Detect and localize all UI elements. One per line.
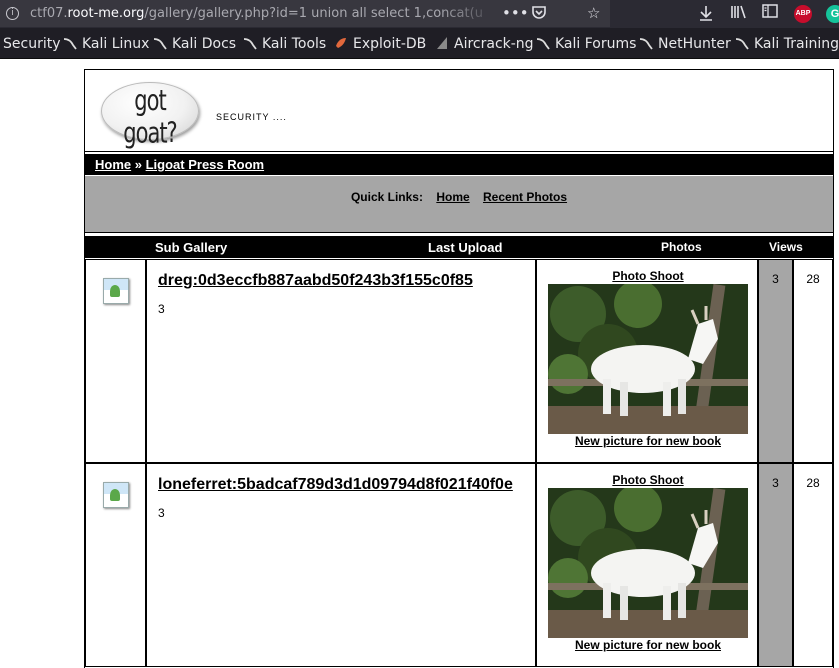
bookmark-nethunter[interactable]: NetHunter <box>639 36 731 52</box>
gallery-icon-cell <box>85 259 146 463</box>
download-icon[interactable] <box>698 4 714 26</box>
kali-dragon-icon <box>735 36 749 50</box>
kali-dragon-icon <box>153 36 167 50</box>
sub-gallery-count: 3 <box>158 506 165 520</box>
breadcrumb-separator: » <box>134 157 142 172</box>
photo-caption-link[interactable]: New picture for new book <box>537 434 759 448</box>
bookmark-label: Security <box>3 36 61 52</box>
last-upload-cell: Photo Shoot New picture for new book <box>536 259 758 463</box>
table-row: dreg:0d3eccfb887aabd50f243b3f155c0f85 3 … <box>85 259 833 463</box>
photos-count-cell: 3 <box>758 259 793 463</box>
sidebar-icon[interactable] <box>762 4 778 22</box>
bookmark-label: Kali Linux <box>82 36 150 52</box>
views-count: 28 <box>806 476 820 490</box>
quick-links-bar: Quick Links: Home Recent Photos <box>85 176 833 233</box>
breadcrumb-home-link[interactable]: Home <box>95 157 131 172</box>
bookmark-label: Kali Training <box>754 36 839 52</box>
aircrack-icon <box>435 36 449 50</box>
breadcrumb: Home » Ligoat Press Room <box>95 157 264 172</box>
breadcrumb-bar: Home » Ligoat Press Room <box>85 154 833 175</box>
bookmark-label: NetHunter <box>658 36 731 52</box>
got-goat-logo[interactable]: got goat? <box>101 82 199 149</box>
page-actions-icon[interactable]: ••• <box>502 4 529 22</box>
bookmark-label: Kali Tools <box>262 36 327 52</box>
browser-toolbar: i ctf07.root-me.org/gallery/gallery.php?… <box>0 0 839 28</box>
sub-gallery-link[interactable]: dreg:0d3eccfb887aabd50f243b3f155c0f85 <box>158 272 473 290</box>
bookmark-label: Kali Docs <box>172 36 237 52</box>
kali-dragon-icon <box>639 36 653 50</box>
table-header: Sub Gallery Last Upload Photos Views <box>85 236 833 258</box>
gallery-picture-icon[interactable] <box>103 278 129 304</box>
photos-count: 3 <box>772 476 779 490</box>
photo-title-link[interactable]: Photo Shoot <box>537 269 759 283</box>
gallery-name-cell: loneferret:5badcaf789d3d1d09794d8f021f40… <box>146 463 536 667</box>
photo-caption-link[interactable]: New picture for new book <box>537 638 759 652</box>
gallery-icon-cell <box>85 463 146 667</box>
kali-dragon-icon <box>243 36 257 50</box>
photos-count-cell: 3 <box>758 463 793 667</box>
bookmark-kali-docs[interactable]: Kali Docs <box>153 36 236 52</box>
kali-dragon-icon <box>536 36 550 50</box>
goat-photo[interactable] <box>548 284 748 434</box>
bookmark-label: Exploit-DB <box>353 36 427 52</box>
divider <box>85 151 833 152</box>
url-fade <box>440 2 500 24</box>
site-info-icon[interactable]: i <box>6 7 19 20</box>
views-count-cell: 28 <box>793 463 833 667</box>
views-count-cell: 28 <box>793 259 833 463</box>
quick-link-recent-photos[interactable]: Recent Photos <box>483 190 567 204</box>
sub-gallery-count: 3 <box>158 302 165 316</box>
breadcrumb-current-link[interactable]: Ligoat Press Room <box>146 157 264 172</box>
gallery-page: got goat? SECURITY .... Home » Ligoat Pr… <box>84 69 834 668</box>
adblock-plus-icon[interactable]: ABP <box>794 5 812 23</box>
exploit-db-icon <box>334 36 348 50</box>
pocket-icon[interactable] <box>531 4 547 24</box>
col-views: Views <box>769 240 803 254</box>
last-upload-cell: Photo Shoot New picture for new book <box>536 463 758 667</box>
logo-text: got goat? <box>123 84 177 150</box>
gallery-picture-icon[interactable] <box>103 482 129 508</box>
bookmark-label: Aircrack-ng <box>454 36 534 52</box>
sub-gallery-link[interactable]: loneferret:5badcaf789d3d1d09794d8f021f40… <box>158 476 513 494</box>
grammarly-icon[interactable]: G <box>826 5 839 23</box>
url-text[interactable]: ctf07.root-me.org/gallery/gallery.php?id… <box>30 6 495 21</box>
table-row: loneferret:5badcaf789d3d1d09794d8f021f40… <box>85 463 833 667</box>
bookmark-aircrack-ng[interactable]: Aircrack-ng <box>435 36 534 52</box>
gallery-name-cell: dreg:0d3eccfb887aabd50f243b3f155c0f85 3 <box>146 259 536 463</box>
col-photos: Photos <box>661 240 702 254</box>
views-count: 28 <box>806 272 820 286</box>
col-last-upload: Last Upload <box>428 240 503 255</box>
quick-links-label: Quick Links: <box>350 190 423 204</box>
library-icon[interactable] <box>730 4 748 24</box>
bookmark-star-icon[interactable]: ☆ <box>587 4 600 22</box>
goat-photo[interactable] <box>548 488 748 638</box>
photo-title-link[interactable]: Photo Shoot <box>537 473 759 487</box>
photos-count: 3 <box>772 272 779 286</box>
bookmark-kali-linux[interactable]: Kali Linux <box>63 36 149 52</box>
url-field[interactable]: i ctf07.root-me.org/gallery/gallery.php?… <box>0 0 610 27</box>
kali-dragon-icon <box>63 36 77 50</box>
site-tagline: SECURITY .... <box>216 112 287 122</box>
bookmark-label: Kali Forums <box>555 36 637 52</box>
bookmark-exploit-db[interactable]: Exploit-DB <box>334 36 426 52</box>
bookmark-kali-tools[interactable]: Kali Tools <box>243 36 326 52</box>
bookmark-kali-training[interactable]: Kali Training <box>735 36 839 52</box>
quick-link-home[interactable]: Home <box>436 190 469 204</box>
bookmark-security[interactable]: Security <box>3 36 61 52</box>
col-sub-gallery: Sub Gallery <box>155 240 228 255</box>
bookmark-kali-forums[interactable]: Kali Forums <box>536 36 636 52</box>
bookmarks-toolbar: Security Kali Linux Kali Docs Kali Tools… <box>0 28 839 59</box>
